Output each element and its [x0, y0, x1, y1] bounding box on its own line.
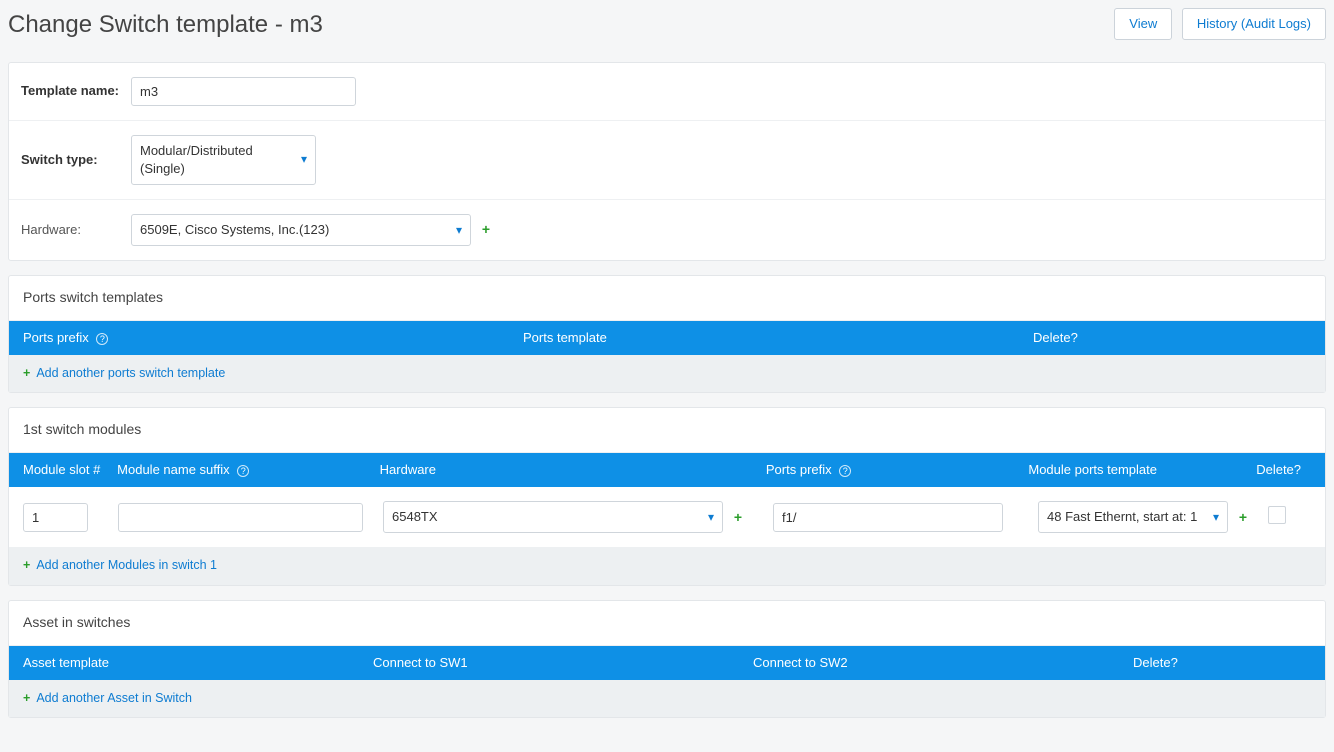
asset-sw2-header: Connect to SW2 [753, 655, 848, 670]
plus-icon: + [23, 691, 30, 705]
module-slot-input[interactable] [23, 503, 88, 532]
module-prefix-input[interactable] [773, 503, 1003, 532]
help-icon[interactable]: ? [237, 465, 249, 477]
ports-delete-header: Delete? [1033, 330, 1078, 345]
module-delete-checkbox[interactable] [1268, 506, 1286, 524]
plus-icon: + [23, 558, 30, 572]
asset-switches-panel: Asset in switches Asset template Connect… [8, 600, 1326, 718]
view-button[interactable]: View [1114, 8, 1172, 40]
main-form-panel: Template name: Switch type: Modular/Dist… [8, 62, 1326, 262]
modules-section-title: 1st switch modules [9, 408, 1325, 453]
ports-table-header: Ports prefix ? Ports template Delete? [9, 321, 1325, 355]
ports-prefix-header: Ports prefix [23, 330, 89, 345]
module-row: 6548TX ▾ 48 Fast Ethernt, start at: 1 ▾ [9, 487, 1325, 547]
history-button[interactable]: History (Audit Logs) [1182, 8, 1326, 40]
add-ports-template-row: + Add another ports switch template [9, 355, 1325, 393]
add-ports-template-link[interactable]: Add another ports switch template [36, 366, 225, 380]
help-icon[interactable]: ? [96, 333, 108, 345]
chevron-down-icon: ▾ [456, 222, 462, 239]
template-name-label: Template name: [21, 82, 131, 100]
add-hardware-icon[interactable] [479, 223, 493, 237]
hardware-label: Hardware: [21, 221, 131, 239]
ports-section-title: Ports switch templates [9, 276, 1325, 321]
module-suffix-input[interactable] [118, 503, 363, 532]
module-slot-header: Module slot # [23, 462, 100, 477]
switch-type-value: Modular/Distributed (Single) [140, 142, 291, 178]
modules-table-header: Module slot # Module name suffix ? Hardw… [9, 453, 1325, 487]
module-delete-header: Delete? [1256, 462, 1301, 477]
help-icon[interactable]: ? [839, 465, 851, 477]
module-hardware-header: Hardware [380, 462, 436, 477]
module-template-value: 48 Fast Ethernt, start at: 1 [1047, 508, 1197, 526]
asset-section-title: Asset in switches [9, 601, 1325, 646]
add-module-template-icon[interactable] [1236, 510, 1250, 524]
chevron-down-icon: ▾ [1213, 509, 1219, 526]
chevron-down-icon: ▾ [708, 509, 714, 526]
ports-template-header: Ports template [523, 330, 607, 345]
template-name-input[interactable] [131, 77, 356, 106]
asset-table-header: Asset template Connect to SW1 Connect to… [9, 646, 1325, 680]
page-title: Change Switch template - m3 [8, 8, 323, 42]
switch-modules-panel: 1st switch modules Module slot # Module … [8, 407, 1326, 585]
module-template-select[interactable]: 48 Fast Ethernt, start at: 1 ▾ [1038, 501, 1228, 533]
add-asset-link[interactable]: Add another Asset in Switch [36, 691, 192, 705]
hardware-select[interactable]: 6509E, Cisco Systems, Inc.(123) ▾ [131, 214, 471, 246]
chevron-down-icon: ▾ [301, 151, 307, 168]
ports-templates-panel: Ports switch templates Ports prefix ? Po… [8, 275, 1326, 393]
hardware-value: 6509E, Cisco Systems, Inc.(123) [140, 221, 329, 239]
add-modules-row: + Add another Modules in switch 1 [9, 547, 1325, 585]
add-module-hardware-icon[interactable] [731, 510, 745, 524]
add-modules-link[interactable]: Add another Modules in switch 1 [36, 558, 217, 572]
module-template-header: Module ports template [1028, 462, 1157, 477]
module-hardware-select[interactable]: 6548TX ▾ [383, 501, 723, 533]
switch-type-select[interactable]: Modular/Distributed (Single) ▾ [131, 135, 316, 185]
plus-icon: + [23, 366, 30, 380]
module-prefix-header: Ports prefix [766, 462, 832, 477]
asset-sw1-header: Connect to SW1 [373, 655, 468, 670]
add-asset-row: + Add another Asset in Switch [9, 680, 1325, 718]
switch-type-label: Switch type: [21, 151, 131, 169]
asset-delete-header: Delete? [1133, 655, 1178, 670]
module-suffix-header: Module name suffix [117, 462, 230, 477]
module-hardware-value: 6548TX [392, 508, 438, 526]
asset-template-header: Asset template [23, 655, 109, 670]
